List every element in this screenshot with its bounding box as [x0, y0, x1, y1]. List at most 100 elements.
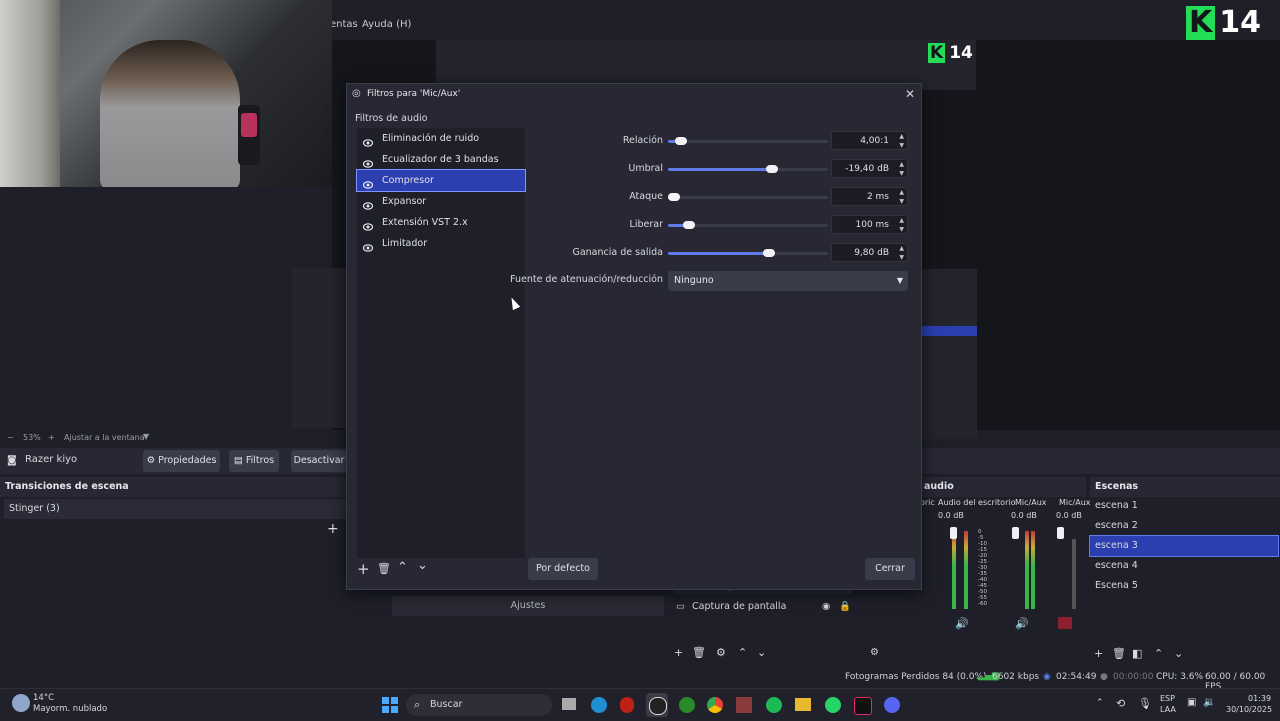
move-down-icon[interactable]: ⌄ [757, 646, 766, 659]
taskbar-search[interactable]: ⌕ Buscar [406, 694, 552, 716]
fit-window-label[interactable]: Ajustar a la ventana [64, 433, 145, 442]
gear-icon[interactable]: ⚙ [716, 646, 726, 659]
property-slider[interactable] [668, 165, 828, 173]
spotify-icon[interactable] [766, 697, 782, 713]
defaults-button[interactable]: Por defecto [528, 558, 598, 580]
weather-temp[interactable]: 14°C [33, 693, 54, 703]
visibility-eye-icon[interactable] [362, 197, 374, 210]
zoom-out-icon[interactable]: − [7, 433, 14, 442]
volume-fader[interactable] [950, 527, 957, 539]
slider-handle[interactable] [763, 249, 775, 257]
chevron-down-icon[interactable]: ▼ [143, 432, 149, 441]
increment-icon[interactable]: ▲ [899, 189, 904, 197]
zoom-in-icon[interactable]: + [48, 433, 55, 442]
property-slider[interactable] [668, 193, 828, 201]
properties-button[interactable]: ⚙ Propiedades [143, 450, 220, 472]
scene-item[interactable]: escena 4 [1090, 556, 1278, 576]
decrement-icon[interactable]: ▼ [899, 254, 904, 262]
tiktok-icon[interactable] [854, 697, 872, 715]
edge-icon[interactable] [591, 697, 607, 713]
property-slider[interactable] [668, 221, 828, 229]
volume-fader[interactable] [1012, 527, 1019, 539]
xbox-icon[interactable] [679, 697, 695, 713]
speaker-icon[interactable]: 🔊 [1015, 617, 1029, 630]
property-value-spinbox[interactable]: 2 ms ▲ ▼ [831, 187, 908, 206]
scene-item[interactable]: escena 1 [1090, 496, 1278, 516]
decrement-icon[interactable]: ▼ [899, 170, 904, 178]
move-filter-down-icon[interactable]: ⌄ [417, 558, 428, 573]
visibility-eye-icon[interactable] [362, 176, 374, 189]
slider-handle[interactable] [668, 193, 680, 201]
increment-icon[interactable]: ▲ [899, 245, 904, 253]
increment-icon[interactable]: ▲ [899, 217, 904, 225]
volume-fader[interactable] [1057, 527, 1064, 539]
lock-icon[interactable]: 🔒 [839, 598, 851, 616]
decrement-icon[interactable]: ▼ [899, 142, 904, 150]
slider-handle[interactable] [675, 137, 687, 145]
close-icon[interactable]: ✕ [905, 87, 915, 101]
mixer-settings-icon[interactable]: ⚙ [870, 647, 879, 658]
move-up-icon[interactable]: ⌃ [738, 646, 747, 659]
whatsapp-icon[interactable] [825, 697, 841, 713]
add-scene-icon[interactable]: + [1094, 647, 1103, 660]
close-button[interactable]: Cerrar [865, 558, 915, 580]
obs-taskbar-icon[interactable] [646, 693, 668, 717]
move-filter-up-icon[interactable]: ⌃ [397, 560, 408, 575]
remove-filter-icon[interactable]: 🗑 [377, 562, 391, 575]
volume-icon[interactable]: 🔉 [1203, 697, 1215, 708]
increment-icon[interactable]: ▲ [899, 161, 904, 169]
weather-icon[interactable] [12, 694, 30, 712]
menu-item-ayuda[interactable]: Ayuda (H) [362, 19, 411, 30]
keyboard-layout[interactable]: LAA [1160, 705, 1176, 714]
app-icon[interactable] [620, 697, 634, 713]
tray-chevron-icon[interactable]: ⌃ [1096, 698, 1104, 708]
ajustes-button[interactable]: Ajustes [392, 596, 664, 616]
source-item-screen-capture[interactable]: ▭ Captura de pantalla ◉ 🔒 [674, 598, 852, 616]
deactivate-button[interactable]: Desactivar [291, 450, 347, 472]
chrome-icon[interactable] [707, 697, 723, 713]
add-source-icon[interactable]: + [674, 646, 683, 659]
scene-item[interactable]: escena 3 [1089, 535, 1279, 557]
property-value-spinbox[interactable]: -19,40 dB ▲ ▼ [831, 159, 908, 178]
scene-filters-icon[interactable]: ◧ [1132, 647, 1142, 660]
slider-handle[interactable] [766, 165, 778, 173]
remove-source-icon[interactable]: 🗑 [692, 646, 706, 659]
task-view-icon[interactable] [562, 698, 576, 710]
windows-start-icon[interactable] [382, 697, 398, 713]
property-value-spinbox[interactable]: 4,00:1 ▲ ▼ [831, 131, 908, 150]
clock-date[interactable]: 30/10/2025 [1226, 705, 1272, 714]
visibility-eye-icon[interactable] [362, 134, 374, 147]
network-icon[interactable]: ▣ [1187, 697, 1196, 708]
scene-item[interactable]: escena 2 [1090, 516, 1278, 536]
decrement-icon[interactable]: ▼ [899, 198, 904, 206]
visibility-eye-icon[interactable] [362, 155, 374, 168]
speaker-icon[interactable]: 🔊 [955, 617, 969, 630]
remove-scene-icon[interactable]: 🗑 [1112, 647, 1126, 660]
file-explorer-icon[interactable] [795, 698, 811, 711]
property-slider[interactable] [668, 137, 828, 145]
microphone-icon[interactable]: 🎙 [1138, 697, 1152, 710]
transition-select[interactable]: Stinger (3) [4, 499, 346, 519]
slider-handle[interactable] [683, 221, 695, 229]
clock-time[interactable]: 01:39 [1248, 694, 1271, 703]
move-down-icon[interactable]: ⌄ [1174, 647, 1183, 660]
add-filter-icon[interactable]: + [357, 560, 370, 578]
menu-item-herramientas[interactable]: entas [330, 19, 358, 30]
language-code[interactable]: ESP [1160, 694, 1175, 703]
sync-icon[interactable]: ⟲ [1116, 697, 1125, 710]
move-up-icon[interactable]: ⌃ [1154, 647, 1163, 660]
winrar-icon[interactable] [736, 697, 752, 713]
filters-button[interactable]: ▤ Filtros [229, 450, 279, 472]
visibility-eye-icon[interactable]: ◉ [822, 598, 830, 616]
property-value-spinbox[interactable]: 100 ms ▲ ▼ [831, 215, 908, 234]
add-transition-icon[interactable]: + [327, 521, 339, 537]
sidechain-select[interactable]: Ninguno ▼ [668, 271, 908, 291]
property-value-spinbox[interactable]: 9,80 dB ▲ ▼ [831, 243, 908, 262]
discord-icon[interactable] [884, 697, 900, 713]
visibility-eye-icon[interactable] [362, 218, 374, 231]
scene-item[interactable]: Escena 5 [1090, 576, 1278, 596]
property-slider[interactable] [668, 249, 828, 257]
weather-desc[interactable]: Mayorm. nublado [33, 704, 107, 714]
visibility-eye-icon[interactable] [362, 239, 374, 252]
increment-icon[interactable]: ▲ [899, 133, 904, 141]
